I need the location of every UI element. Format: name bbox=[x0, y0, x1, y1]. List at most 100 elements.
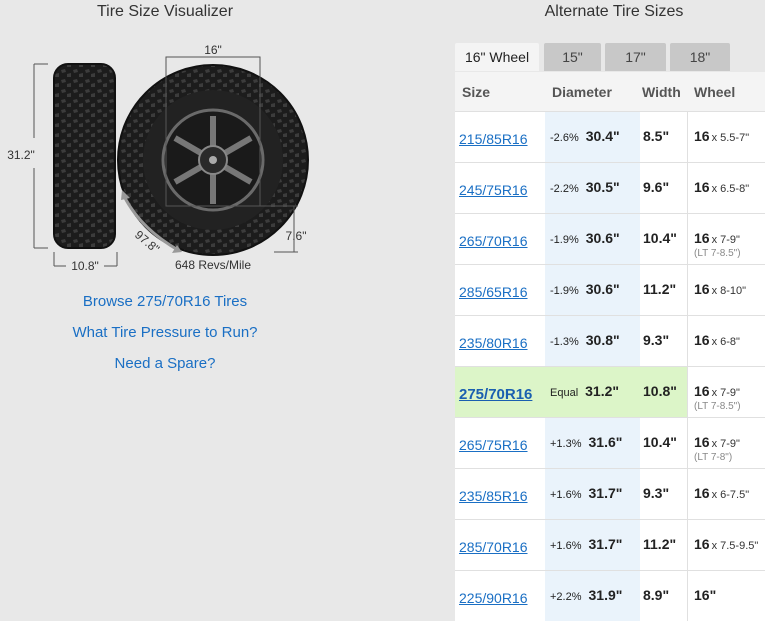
wheel-width-range: x 6-8" bbox=[711, 336, 740, 348]
wheel-size-tabs: 16" Wheel 15" 17" 18" bbox=[455, 43, 734, 71]
wheel-width-range: x 5.5-7" bbox=[711, 132, 750, 144]
wheel-cell: 16 x 7-9" (LT 7-8") bbox=[687, 418, 765, 468]
tab-16-wheel[interactable]: 16" Wheel bbox=[455, 43, 539, 71]
table-body: 215/85R16 -2.6% 30.4" 8.5" 16 x 5.5-7" 245/75R… bbox=[455, 111, 765, 621]
diameter-diff: -2.6% bbox=[550, 132, 579, 144]
header-diameter: Diameter bbox=[552, 83, 612, 100]
tire-pressure-link[interactable]: What Tire Pressure to Run? bbox=[0, 324, 330, 341]
sidewall-label: 7.6" bbox=[286, 229, 307, 243]
diameter-value: 30.4" bbox=[585, 128, 620, 144]
tab-17[interactable]: 17" bbox=[605, 43, 666, 71]
tire-size-link[interactable]: 285/70R16 bbox=[459, 539, 528, 555]
table-row-current: 275/70R16 Equal 31.2" 10.8" 16 x 7-9" (LT 7-8.… bbox=[455, 366, 765, 417]
tire-visualizer-graphic: 31.2" 10.8" 16" 7.6" 97.8" 648 Revs/Mile bbox=[7, 43, 309, 273]
wheel-cell: 16 x 8-10" bbox=[687, 265, 765, 315]
diameter-diff: Equal bbox=[550, 387, 579, 399]
diameter-diff: -2.2% bbox=[550, 183, 579, 195]
wheel-cell: 16" bbox=[687, 571, 765, 621]
diameter-diff: -1.9% bbox=[550, 285, 579, 297]
wheel-diameter: 16" bbox=[694, 587, 717, 603]
wheel-diameter: 16 bbox=[694, 434, 710, 450]
table-row: 235/80R16 -1.3% 30.8" 9.3" 16 x 6-8" bbox=[455, 315, 765, 366]
table-row: 265/75R16 +1.3% 31.6" 10.4" 16 x 7-9" (LT 7-8"… bbox=[455, 417, 765, 468]
width-cell: 9.3" bbox=[640, 469, 687, 519]
width-label: 10.8" bbox=[71, 259, 99, 273]
wheel-diameter: 16 bbox=[694, 332, 710, 348]
wheel-diameter: 16 bbox=[694, 179, 710, 195]
tire-side-view bbox=[53, 63, 116, 249]
diameter-value: 31.9" bbox=[588, 587, 623, 603]
size-cell: 285/65R16 bbox=[455, 265, 545, 315]
wheel-width-range: x 8-10" bbox=[711, 285, 747, 297]
wheel-width-range: x 7.5-9.5" bbox=[711, 540, 759, 552]
size-cell: 225/90R16 bbox=[455, 571, 545, 621]
wheel-cell: 16 x 6.5-8" bbox=[687, 163, 765, 213]
wheel-width-range: x 6-7.5" bbox=[711, 489, 750, 501]
tire-size-link[interactable]: 285/65R16 bbox=[459, 284, 528, 300]
diameter-value: 31.6" bbox=[588, 434, 623, 450]
need-spare-link[interactable]: Need a Spare? bbox=[0, 355, 330, 372]
tire-size-link[interactable]: 275/70R16 bbox=[459, 386, 532, 403]
diameter-cell: -2.6% 30.4" bbox=[545, 112, 640, 162]
width-cell: 8.5" bbox=[640, 112, 687, 162]
tire-size-link[interactable]: 265/75R16 bbox=[459, 437, 528, 453]
diameter-diff: -1.9% bbox=[550, 234, 579, 246]
width-cell: 11.2" bbox=[640, 520, 687, 570]
table-row: 215/85R16 -2.6% 30.4" 8.5" 16 x 5.5-7" bbox=[455, 111, 765, 162]
header-size: Size bbox=[462, 83, 491, 100]
wheel-width-range: x 7-9" bbox=[711, 387, 740, 399]
diameter-value: 31.7" bbox=[588, 536, 623, 552]
table-row: 225/90R16 +2.2% 31.9" 8.9" 16" bbox=[455, 570, 765, 621]
size-cell: 235/85R16 bbox=[455, 469, 545, 519]
height-dimension bbox=[33, 63, 48, 249]
diameter-cell: -1.9% 30.6" bbox=[545, 214, 640, 264]
width-cell: 9.6" bbox=[640, 163, 687, 213]
tab-15[interactable]: 15" bbox=[544, 43, 601, 71]
table-row: 245/75R16 -2.2% 30.5" 9.6" 16 x 6.5-8" bbox=[455, 162, 765, 213]
diameter-value: 31.2" bbox=[585, 383, 620, 399]
wheel-width-range: x 7-9" bbox=[711, 438, 740, 450]
wheel-diameter: 16 bbox=[694, 230, 710, 246]
size-cell: 285/70R16 bbox=[455, 520, 545, 570]
table-row: 285/65R16 -1.9% 30.6" 11.2" 16 x 8-10" bbox=[455, 264, 765, 315]
tire-size-link[interactable]: 215/85R16 bbox=[459, 131, 528, 147]
diameter-value: 30.6" bbox=[585, 230, 620, 246]
wheel-cell: 16 x 6-7.5" bbox=[687, 469, 765, 519]
wheel-cell: 16 x 7-9" (LT 7-8.5") bbox=[687, 367, 765, 417]
wheel-diameter: 16 bbox=[694, 383, 710, 399]
diameter-cell: -1.3% 30.8" bbox=[545, 316, 640, 366]
tab-18[interactable]: 18" bbox=[670, 43, 730, 71]
diameter-diff: +1.6% bbox=[550, 540, 582, 552]
lt-wheel-range: (LT 7-8.5") bbox=[694, 401, 741, 412]
lt-wheel-range: (LT 7-8") bbox=[694, 452, 733, 463]
size-cell: 265/70R16 bbox=[455, 214, 545, 264]
table-row: 285/70R16 +1.6% 31.7" 11.2" 16 x 7.5-9.5" bbox=[455, 519, 765, 570]
tire-size-link[interactable]: 235/80R16 bbox=[459, 335, 528, 351]
diameter-cell: +1.6% 31.7" bbox=[545, 469, 640, 519]
alternate-sizes-table: Size Diameter Width Wheel 215/85R16 -2.6%… bbox=[455, 72, 765, 621]
diameter-diff: +1.6% bbox=[550, 489, 582, 501]
size-cell: 245/75R16 bbox=[455, 163, 545, 213]
wheel-cell: 16 x 5.5-7" bbox=[687, 112, 765, 162]
width-cell: 10.4" bbox=[640, 214, 687, 264]
lt-wheel-range: (LT 7-8.5") bbox=[694, 248, 741, 259]
diameter-cell: +2.2% 31.9" bbox=[545, 571, 640, 621]
wheel-diameter: 16 bbox=[694, 128, 710, 144]
diameter-cell: Equal 31.2" bbox=[545, 367, 640, 417]
width-cell: 9.3" bbox=[640, 316, 687, 366]
tire-size-link[interactable]: 225/90R16 bbox=[459, 590, 528, 606]
header-width: Width bbox=[642, 83, 681, 100]
tire-size-link[interactable]: 265/70R16 bbox=[459, 233, 528, 249]
width-cell: 10.8" bbox=[640, 367, 687, 417]
diameter-value: 30.6" bbox=[585, 281, 620, 297]
diameter-value: 30.5" bbox=[585, 179, 620, 195]
diameter-diff: +2.2% bbox=[550, 591, 582, 603]
height-label: 31.2" bbox=[7, 148, 35, 162]
width-cell: 11.2" bbox=[640, 265, 687, 315]
wheel-width-range: x 6.5-8" bbox=[711, 183, 750, 195]
browse-tires-link[interactable]: Browse 275/70R16 Tires bbox=[0, 293, 330, 310]
tire-size-link[interactable]: 235/85R16 bbox=[459, 488, 528, 504]
diameter-diff: -1.3% bbox=[550, 336, 579, 348]
diameter-cell: +1.6% 31.7" bbox=[545, 520, 640, 570]
tire-size-link[interactable]: 245/75R16 bbox=[459, 182, 528, 198]
